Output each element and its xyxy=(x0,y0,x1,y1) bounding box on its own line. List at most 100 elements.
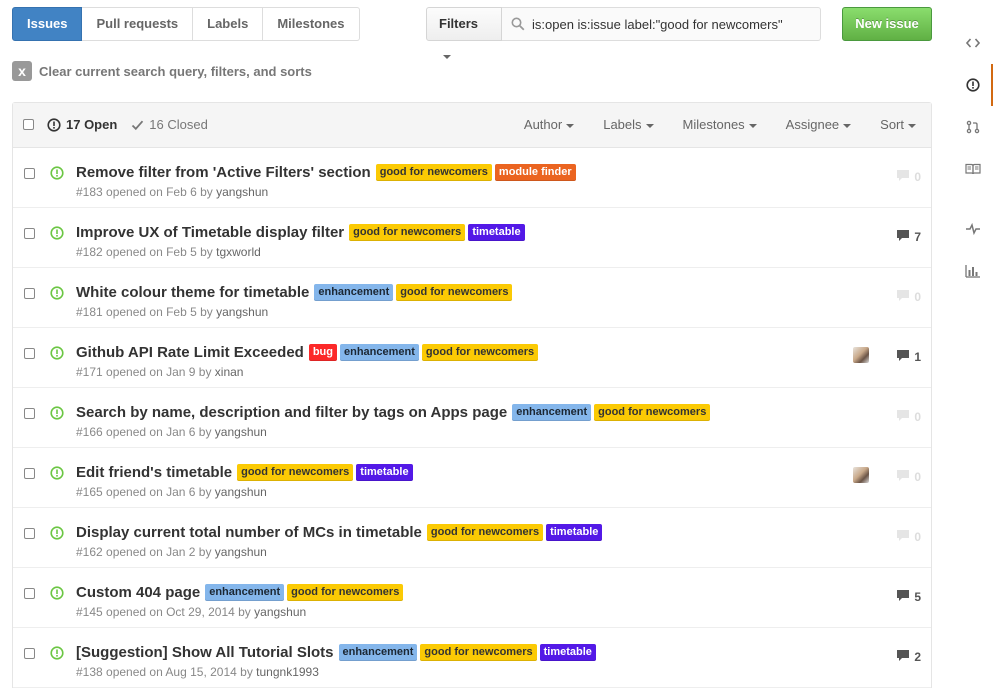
issue-title-link[interactable]: Custom 404 page xyxy=(76,584,200,601)
issue-checkbox[interactable] xyxy=(24,528,35,539)
tab-issues[interactable]: Issues xyxy=(12,7,83,41)
comments-link[interactable]: 0 xyxy=(896,409,921,425)
comments-link[interactable]: 0 xyxy=(896,169,921,185)
issue-meta: #162 opened on Jan 2 by yangshun xyxy=(76,545,267,559)
issue-title-link[interactable]: Edit friend's timetable xyxy=(76,464,232,481)
sort-filter-label: Sort xyxy=(880,117,904,132)
issue-author-link[interactable]: yangshun xyxy=(215,545,267,559)
new-issue-button[interactable]: New issue xyxy=(842,7,932,41)
issue-label[interactable]: bug xyxy=(308,344,337,361)
comments-link[interactable]: 1 xyxy=(896,349,921,365)
assignee-filter-label: Assignee xyxy=(785,117,840,132)
sort-filter[interactable]: Sort xyxy=(880,117,916,132)
sidenav-wiki[interactable] xyxy=(955,148,993,190)
issue-label[interactable]: timetable xyxy=(356,464,413,481)
comment-icon xyxy=(896,649,914,665)
issue-checkbox[interactable] xyxy=(24,468,35,479)
issue-label[interactable]: enhancement xyxy=(512,404,592,421)
issue-label[interactable]: good for newcomers xyxy=(287,584,404,601)
issue-label[interactable]: good for newcomers xyxy=(349,224,466,241)
issue-author-link[interactable]: xinan xyxy=(215,365,244,379)
issue-label[interactable]: timetable xyxy=(546,524,603,541)
comment-count: 2 xyxy=(914,650,921,664)
issue-author-link[interactable]: yangshun xyxy=(254,605,306,619)
select-all-checkbox[interactable] xyxy=(23,119,34,130)
sidenav-code[interactable] xyxy=(955,22,993,64)
issue-title-line: [Suggestion] Show All Tutorial Slots enha… xyxy=(76,644,599,661)
sidenav-separator xyxy=(955,190,993,208)
issue-title-line: White colour theme for timetable enhancem… xyxy=(76,284,515,301)
clear-filters-text: Clear current search query, filters, and… xyxy=(39,63,312,79)
sidenav-graphs[interactable] xyxy=(955,250,993,292)
issue-title-link[interactable]: Remove filter from 'Active Filters' sect… xyxy=(76,164,371,181)
issue-meta-text: #165 opened on Jan 6 by xyxy=(76,485,215,499)
open-issues-link[interactable]: 17 Open xyxy=(47,117,117,132)
issue-checkbox[interactable] xyxy=(24,648,35,659)
closed-issues-link[interactable]: 16 Closed xyxy=(131,117,208,132)
issue-label[interactable]: good for newcomers xyxy=(420,644,537,661)
comments-link[interactable]: 0 xyxy=(896,469,921,485)
caret-down-icon xyxy=(748,123,757,128)
issue-title-link[interactable]: Search by name, description and filter b… xyxy=(76,404,507,421)
issue-label[interactable]: enhancement xyxy=(314,284,394,301)
labels-filter[interactable]: Labels xyxy=(603,117,654,132)
assignee-avatar[interactable] xyxy=(853,347,869,363)
issue-label[interactable]: good for newcomers xyxy=(237,464,354,481)
table-row: Search by name, description and filter b… xyxy=(13,388,931,448)
comments-link[interactable]: 0 xyxy=(896,529,921,545)
author-filter[interactable]: Author xyxy=(524,117,575,132)
issue-author-link[interactable]: tgxworld xyxy=(216,245,261,259)
issue-author-link[interactable]: yangshun xyxy=(216,185,268,199)
issue-label[interactable]: good for newcomers xyxy=(421,344,539,361)
issue-author-link[interactable]: yangshun xyxy=(215,485,267,499)
issue-title-link[interactable]: Improve UX of Timetable display filter xyxy=(76,224,344,241)
comments-link[interactable]: 5 xyxy=(896,589,921,605)
issue-label[interactable]: enhancement xyxy=(205,584,285,601)
issue-label[interactable]: timetable xyxy=(539,644,596,661)
tab-pull-requests[interactable]: Pull requests xyxy=(82,7,194,41)
issue-author-link[interactable]: yangshun xyxy=(215,425,267,439)
issue-author-link[interactable]: yangshun xyxy=(216,305,268,319)
assignee-filter[interactable]: Assignee xyxy=(785,117,852,132)
issue-checkbox[interactable] xyxy=(24,288,35,299)
assignee-avatar[interactable] xyxy=(853,467,869,483)
issue-title-link[interactable]: [Suggestion] Show All Tutorial Slots xyxy=(76,644,334,661)
issue-label[interactable]: enhancement xyxy=(338,644,418,661)
filters-dropdown-button[interactable]: Filters xyxy=(426,7,502,59)
comment-icon xyxy=(896,169,914,185)
tab-labels[interactable]: Labels xyxy=(193,7,264,41)
milestones-filter[interactable]: Milestones xyxy=(683,117,757,132)
issue-checkbox[interactable] xyxy=(24,228,35,239)
issue-author-link[interactable]: tungnk1993 xyxy=(256,665,319,679)
issue-title-link[interactable]: White colour theme for timetable xyxy=(76,284,309,301)
issue-meta-text: #183 opened on Feb 6 by xyxy=(76,185,217,199)
issue-label[interactable]: good for newcomers xyxy=(594,404,711,421)
sidenav-pull-requests[interactable] xyxy=(955,106,993,148)
issue-title-link[interactable]: Github API Rate Limit Exceeded xyxy=(76,344,304,361)
issue-title-link[interactable]: Display current total number of MCs in t… xyxy=(76,524,422,541)
issue-checkbox[interactable] xyxy=(24,348,35,359)
filters-label: Filters xyxy=(439,16,479,31)
issue-label[interactable]: timetable xyxy=(468,224,525,241)
issue-label[interactable]: good for newcomers xyxy=(426,524,544,541)
table-row: Remove filter from 'Active Filters' sect… xyxy=(13,148,931,208)
issue-checkbox[interactable] xyxy=(24,588,35,599)
issue-label[interactable]: enhancement xyxy=(340,344,419,361)
issue-checkbox[interactable] xyxy=(24,408,35,419)
issue-label[interactable]: module finder xyxy=(494,164,576,181)
tab-milestones[interactable]: Milestones xyxy=(263,7,360,41)
issue-title-line: Search by name, description and filter b… xyxy=(76,404,713,421)
issue-meta: #165 opened on Jan 6 by yangshun xyxy=(76,485,267,499)
issue-label[interactable]: good for newcomers xyxy=(375,164,492,181)
comment-icon xyxy=(896,529,914,545)
search-input[interactable] xyxy=(502,8,820,40)
comments-link[interactable]: 0 xyxy=(896,289,921,305)
comments-link[interactable]: 2 xyxy=(896,649,921,665)
clear-filters-link[interactable]: x Clear current search query, filters, a… xyxy=(12,61,312,81)
sidenav-pulse[interactable] xyxy=(955,208,993,250)
issue-label[interactable]: good for newcomers xyxy=(396,284,513,301)
table-row: Display current total number of MCs in t… xyxy=(13,508,931,568)
sidenav-issues[interactable] xyxy=(955,64,993,106)
comments-link[interactable]: 7 xyxy=(896,229,921,245)
issue-checkbox[interactable] xyxy=(24,168,35,179)
